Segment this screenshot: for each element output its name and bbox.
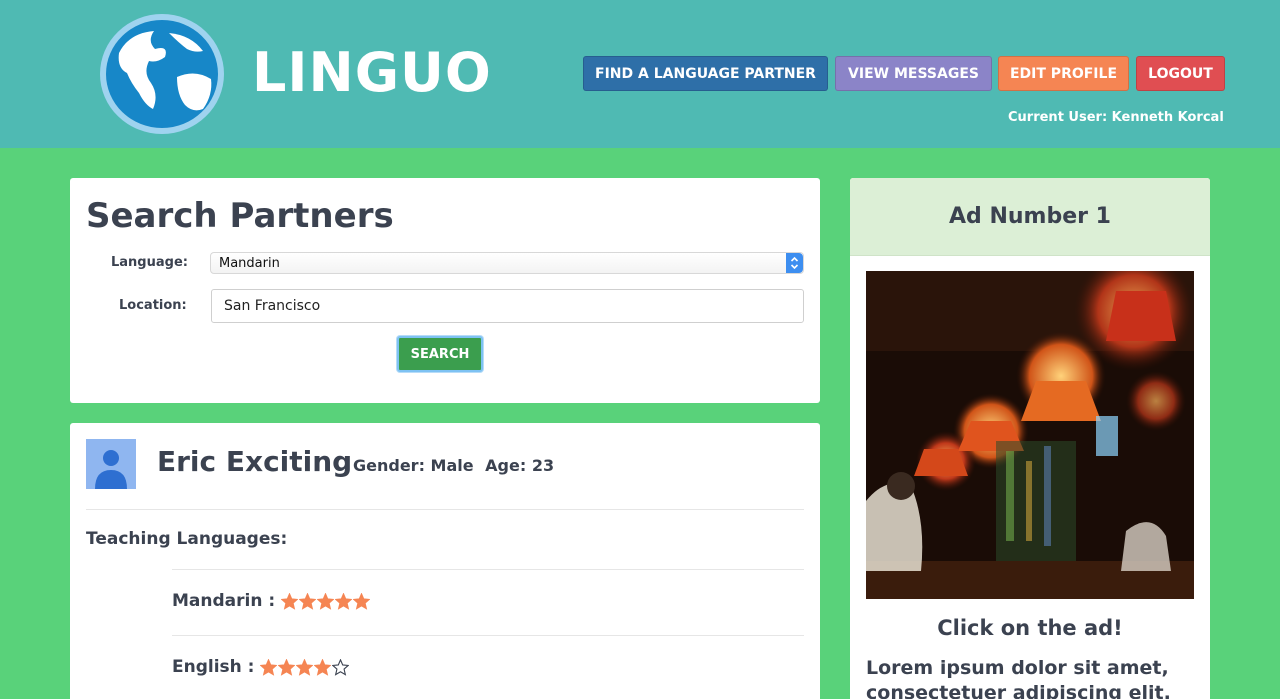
app-logo-text[interactable]: LINGUO bbox=[252, 40, 492, 106]
partner-gender: Gender: Male bbox=[353, 456, 474, 475]
star-filled-icon bbox=[317, 592, 335, 610]
view-messages-button[interactable]: VIEW MESSAGES bbox=[835, 56, 992, 91]
current-user-label: Current User: Kenneth Korcal bbox=[1008, 110, 1224, 125]
location-label: Location: bbox=[119, 298, 187, 313]
avatar[interactable] bbox=[86, 439, 136, 489]
select-arrows-icon bbox=[786, 253, 803, 273]
teaching-languages-label: Teaching Languages: bbox=[86, 529, 288, 549]
star-filled-icon bbox=[296, 658, 314, 676]
partner-meta: Gender: Male Age: 23 bbox=[353, 456, 560, 475]
search-panel: Search Partners Language: Mandarin Locat… bbox=[70, 178, 820, 403]
ad-image[interactable] bbox=[866, 271, 1194, 599]
ad-panel: Ad Number 1 Click on the ad! Lorem ipsum… bbox=[850, 178, 1210, 699]
partner-card: Eric Exciting Gender: Male Age: 23 Teach… bbox=[70, 423, 820, 699]
partner-name[interactable]: Eric Exciting bbox=[157, 445, 352, 478]
ad-title: Ad Number 1 bbox=[850, 178, 1210, 256]
language-name: English : bbox=[172, 657, 255, 677]
star-filled-icon bbox=[353, 592, 371, 610]
user-avatar-icon bbox=[95, 450, 127, 489]
rating-stars bbox=[260, 658, 350, 676]
star-filled-icon bbox=[260, 658, 278, 676]
divider bbox=[172, 635, 804, 636]
partner-age: Age: 23 bbox=[485, 456, 555, 475]
search-button[interactable]: SEARCH bbox=[397, 336, 483, 372]
ad-photo-lamps bbox=[866, 271, 1194, 599]
ad-body-text: Lorem ipsum dolor sit amet, consectetuer… bbox=[866, 657, 1171, 699]
logout-button[interactable]: LOGOUT bbox=[1136, 56, 1225, 91]
location-input[interactable]: San Francisco bbox=[211, 289, 804, 323]
star-filled-icon bbox=[281, 592, 299, 610]
language-row-mandarin: Mandarin : bbox=[172, 591, 371, 611]
language-name: Mandarin : bbox=[172, 591, 276, 611]
star-filled-icon bbox=[314, 658, 332, 676]
language-select-value: Mandarin bbox=[219, 255, 280, 271]
divider bbox=[172, 569, 804, 570]
find-partner-button[interactable]: FIND A LANGUAGE PARTNER bbox=[583, 56, 828, 91]
star-filled-icon bbox=[299, 592, 317, 610]
star-filled-icon bbox=[278, 658, 296, 676]
language-select[interactable]: Mandarin bbox=[210, 252, 804, 274]
star-empty-icon bbox=[332, 658, 350, 676]
rating-stars bbox=[281, 592, 371, 610]
edit-profile-button[interactable]: EDIT PROFILE bbox=[998, 56, 1129, 91]
header: LINGUO FIND A LANGUAGE PARTNER VIEW MESS… bbox=[0, 0, 1280, 148]
search-title: Search Partners bbox=[86, 196, 394, 236]
ad-cta[interactable]: Click on the ad! bbox=[850, 616, 1210, 640]
star-filled-icon bbox=[335, 592, 353, 610]
language-row-english: English : bbox=[172, 657, 350, 677]
language-label: Language: bbox=[111, 255, 188, 270]
globe-logo-icon[interactable] bbox=[99, 13, 225, 135]
divider bbox=[86, 509, 804, 510]
